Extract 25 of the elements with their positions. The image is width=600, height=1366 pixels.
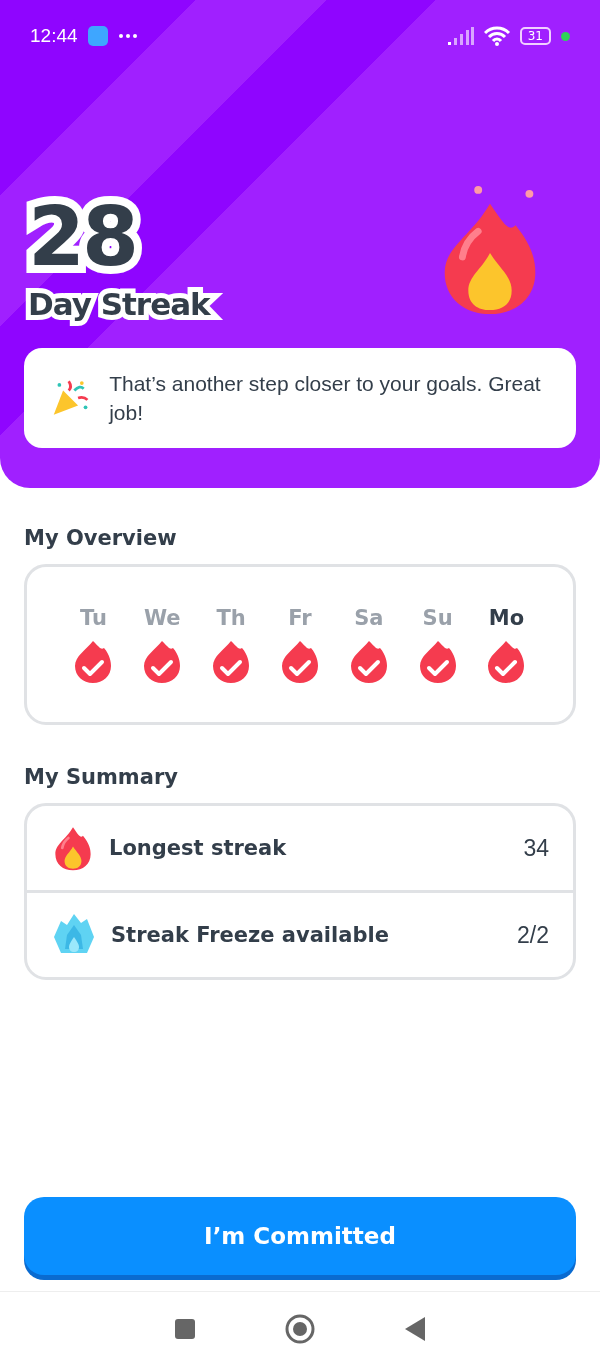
flame-icon [53,825,93,871]
message-text: That’s another step closer to your goals. Great job! [109,371,542,426]
summary-label: Longest streak [109,836,288,860]
summary-value: 2/2 [517,921,549,949]
day-label: We [143,605,181,630]
day-label: Mo [488,605,525,630]
day-label: Th [216,605,246,630]
home-icon[interactable] [284,1313,316,1345]
recents-icon[interactable] [174,1318,196,1340]
back-icon[interactable] [404,1316,426,1342]
day-label: Sa [354,605,384,630]
status-time: 12:44 [30,25,78,47]
summary-label: Streak Freeze available [111,923,390,947]
summary-value: 34 [523,834,549,862]
section-title: My Overview [24,526,178,550]
battery-indicator: 31 [519,27,551,45]
app-icon [87,26,108,46]
section-title: My Summary [24,765,179,789]
day-label: Fr [288,605,312,630]
day-label: Tu [79,605,107,630]
day-label: Su [422,605,453,630]
more-icon [117,33,138,39]
signal-icon [447,27,474,45]
status-dot [561,31,570,41]
wifi-icon [483,26,510,46]
